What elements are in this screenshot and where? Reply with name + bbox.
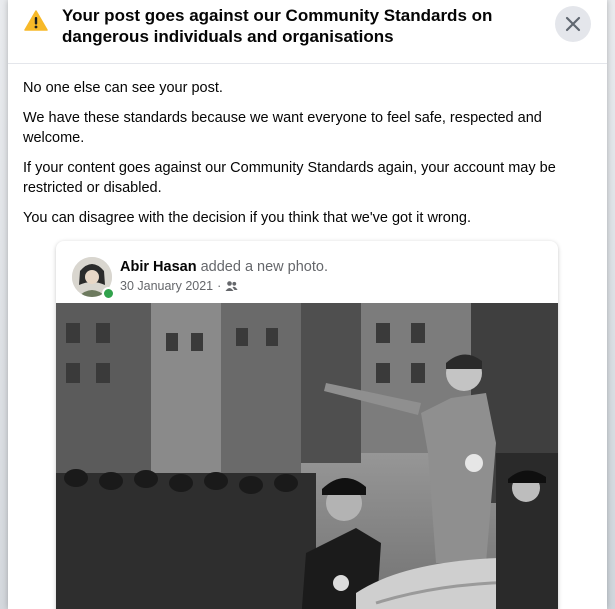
post-meta: 30 January 2021 · xyxy=(120,279,238,293)
close-button[interactable] xyxy=(555,6,591,42)
online-status-dot xyxy=(102,287,115,300)
dialog-header: Your post goes against our Community Sta… xyxy=(8,0,607,64)
dialog-body: No one else can see your post. We have t… xyxy=(23,78,583,238)
body-paragraph: No one else can see your post. xyxy=(23,80,223,96)
policy-violation-dialog: Your post goes against our Community Sta… xyxy=(8,0,607,609)
dialog-title: Your post goes against our Community Sta… xyxy=(62,6,493,46)
friends-icon xyxy=(225,281,238,291)
meta-separator: · xyxy=(217,279,222,293)
post-action-text: added a new photo. xyxy=(200,259,328,275)
post-author-line: Abir Hasan added a new photo. xyxy=(120,259,328,275)
warning-triangle-icon xyxy=(24,10,48,31)
body-paragraph: You can disagree with the decision if yo… xyxy=(23,210,471,226)
close-icon xyxy=(565,16,581,32)
post-preview-card: Abir Hasan added a new photo. 30 January… xyxy=(56,241,558,609)
author-name[interactable]: Abir Hasan xyxy=(120,259,197,275)
post-date[interactable]: 30 January 2021 xyxy=(120,279,213,293)
body-paragraph: We have these standards because we want … xyxy=(23,110,542,146)
background-page-left xyxy=(0,0,8,609)
post-photo[interactable] xyxy=(56,303,558,609)
post-photo-image xyxy=(56,303,558,609)
body-paragraph: If your content goes against our Communi… xyxy=(23,160,556,196)
background-page-right xyxy=(607,0,615,609)
